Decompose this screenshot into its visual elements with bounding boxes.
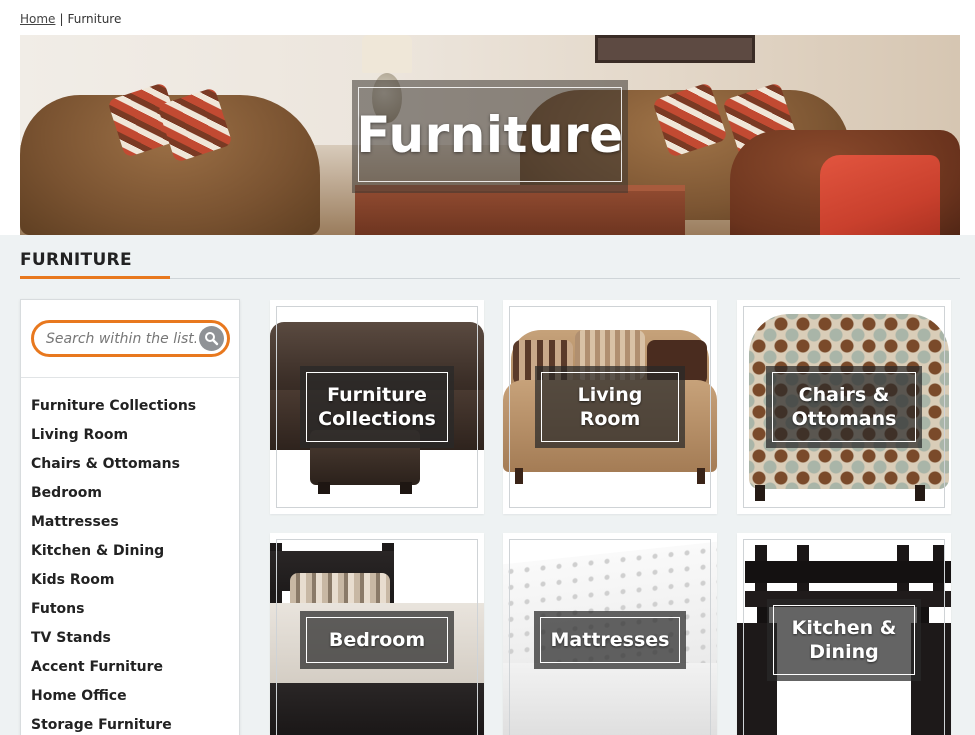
sidebar-item-storage-furniture[interactable]: Storage Furniture [21,717,239,735]
tile-label-line: Dining [809,641,879,663]
tile-label-line: Ottomans [791,408,897,430]
category-tile-chairs-ottomans[interactable]: Chairs & Ottomans [737,300,951,514]
tile-label: Kitchen & Dining [773,605,915,675]
category-tile-bedroom[interactable]: Bedroom [270,533,484,735]
tile-label: Living Room [541,372,679,442]
category-tile-furniture-collections[interactable]: Furniture Collections [270,300,484,514]
category-sidebar: Furniture Collections Living Room Chairs… [20,299,240,735]
hero-picture-frame [595,35,755,63]
section-accent-bar [20,276,170,279]
section-header: FURNITURE [20,250,960,279]
hero-throw-blanket [820,155,940,235]
category-tile-living-room[interactable]: Living Room [503,300,717,514]
hero-title-frame: Furniture [356,87,624,182]
tile-label-line: Furniture [327,384,427,406]
sidebar-search-area [21,300,239,378]
sidebar-item-kitchen-dining[interactable]: Kitchen & Dining [21,543,239,572]
tile-label-line: Living [577,384,643,406]
tile-label-line: Room [579,408,641,430]
tile-label-line: Kitchen & [791,617,897,639]
tile-label: Chairs & Ottomans [772,372,916,442]
tile-label: Mattresses [540,617,680,663]
search-input[interactable] [46,329,196,349]
hero-title: Furniture [356,105,624,164]
sidebar-item-mattresses[interactable]: Mattresses [21,514,239,543]
tile-label-line: Chairs & [798,384,890,406]
sidebar-item-accent-furniture[interactable]: Accent Furniture [21,659,239,688]
tile-label-line: Bedroom [328,629,426,651]
tile-label-line: Mattresses [550,629,670,651]
sidebar-item-chairs-ottomans[interactable]: Chairs & Ottomans [21,456,239,485]
search-icon [205,332,219,346]
sidebar-item-kids-room[interactable]: Kids Room [21,572,239,601]
breadcrumb-home-link[interactable]: Home [20,12,55,26]
tile-label-line: Collections [318,408,436,430]
sidebar-item-futons[interactable]: Futons [21,601,239,630]
category-tile-kitchen-dining[interactable]: Kitchen & Dining [737,533,951,735]
tile-label: Bedroom [306,617,448,663]
breadcrumb: Home | Furniture [20,12,121,26]
section-title: FURNITURE [20,250,132,270]
sidebar-item-tv-stands[interactable]: TV Stands [21,630,239,659]
hero-lamp-shade [362,35,412,73]
header-area: Home | Furniture Furniture [0,0,975,235]
search-box [31,320,230,357]
sidebar-item-bedroom[interactable]: Bedroom [21,485,239,514]
breadcrumb-separator: | [59,12,64,26]
category-tile-mattresses[interactable]: Mattresses [503,533,717,735]
category-list: Furniture Collections Living Room Chairs… [21,378,239,735]
sidebar-item-home-office[interactable]: Home Office [21,688,239,717]
tile-label: Furniture Collections [306,372,448,442]
sidebar-item-furniture-collections[interactable]: Furniture Collections [21,398,239,427]
sidebar-item-living-room[interactable]: Living Room [21,427,239,456]
breadcrumb-current: Furniture [67,12,122,26]
search-button[interactable] [199,326,224,351]
